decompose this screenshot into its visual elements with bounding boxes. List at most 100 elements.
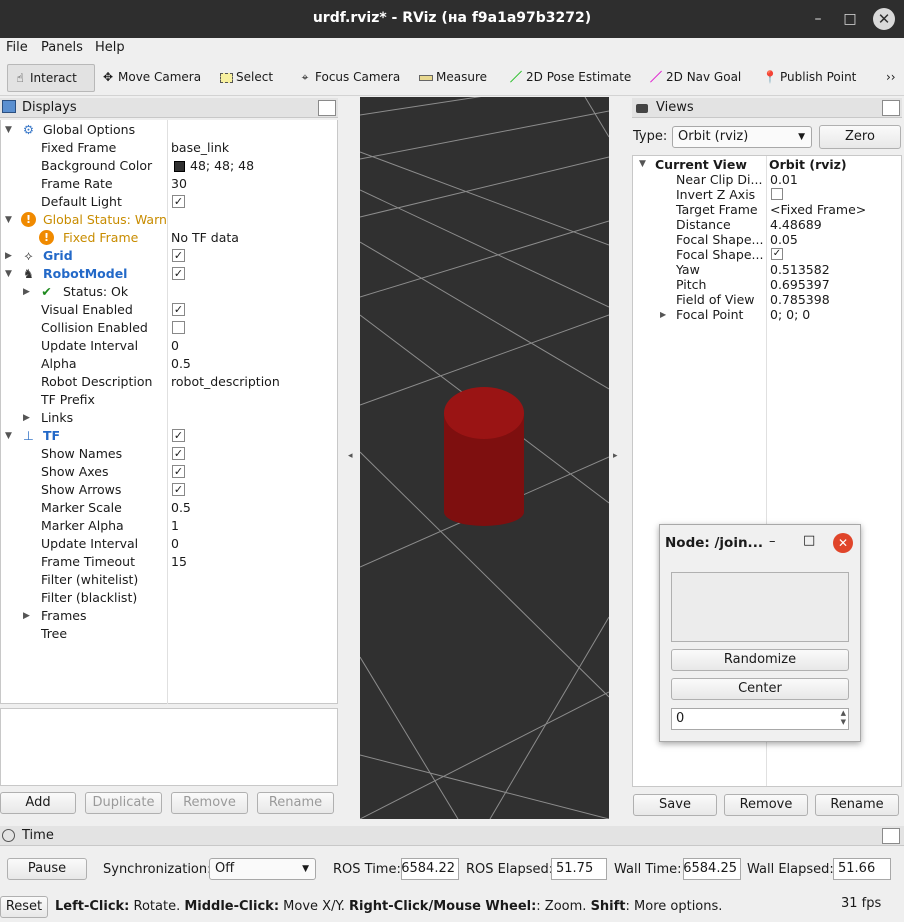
- view-property-value[interactable]: 0.513582: [770, 262, 830, 277]
- display-row[interactable]: Frame Timeout 15: [1, 553, 337, 571]
- tool-measure[interactable]: Measure: [418, 64, 487, 92]
- display-row[interactable]: Visual Enabled ✓: [1, 301, 337, 319]
- expand-down-arrow-icon[interactable]: ▼: [5, 211, 15, 229]
- randomize-button[interactable]: Randomize: [671, 649, 849, 671]
- reset-button[interactable]: Reset: [0, 896, 48, 918]
- tool-2d-nav-goal[interactable]: ／ 2D Nav Goal: [648, 64, 741, 92]
- wall-time-field[interactable]: 56584.25: [683, 858, 741, 880]
- view-property-value[interactable]: 0.01: [770, 172, 798, 187]
- view-property-row[interactable]: Pitch 0.695397: [633, 277, 901, 292]
- display-row[interactable]: Tree: [1, 625, 337, 643]
- display-row[interactable]: ▶ ✔ Status: Ok: [1, 283, 337, 301]
- tool-2d-pose-estimate[interactable]: ／ 2D Pose Estimate: [508, 64, 631, 92]
- view-property-value[interactable]: 4.48689: [770, 217, 822, 232]
- menu-panels[interactable]: Panels: [41, 40, 83, 55]
- ros-elapsed-field[interactable]: 51.75: [551, 858, 607, 880]
- display-row[interactable]: Robot Description robot_description: [1, 373, 337, 391]
- views-header-row[interactable]: ▼ Current View Orbit (rviz): [633, 157, 901, 172]
- display-row[interactable]: Filter (whitelist): [1, 571, 337, 589]
- display-checkbox[interactable]: ✓: [172, 249, 185, 262]
- joint-spinbox[interactable]: 0 ▲ ▼: [671, 708, 849, 730]
- view-property-row[interactable]: Invert Z Axis: [633, 187, 901, 202]
- display-checkbox[interactable]: ✓: [172, 465, 185, 478]
- display-checkbox[interactable]: [172, 321, 185, 334]
- display-row-value[interactable]: 30: [171, 175, 187, 193]
- time-float-button[interactable]: [882, 828, 900, 844]
- collapse-left-arrow-icon[interactable]: ◂: [348, 451, 353, 461]
- display-row[interactable]: Fixed Frame base_link: [1, 139, 337, 157]
- tool-focus-camera[interactable]: ⌖ Focus Camera: [297, 64, 401, 92]
- ros-time-field[interactable]: 56584.22: [401, 858, 459, 880]
- display-row[interactable]: Update Interval 0: [1, 535, 337, 553]
- view-property-value[interactable]: 0.785398: [770, 292, 830, 307]
- view-property-value[interactable]: 0.695397: [770, 277, 830, 292]
- expand-right-arrow-icon[interactable]: ▶: [23, 283, 33, 301]
- display-row[interactable]: TF Prefix: [1, 391, 337, 409]
- display-checkbox[interactable]: ✓: [172, 447, 185, 460]
- display-row[interactable]: Marker Alpha 1: [1, 517, 337, 535]
- display-row-value[interactable]: 48; 48; 48: [190, 157, 254, 175]
- collapse-right-arrow-icon[interactable]: ▸: [613, 451, 618, 461]
- view-checkbox[interactable]: ✓: [771, 248, 783, 260]
- display-row[interactable]: ▼! Global Status: Warn: [1, 211, 337, 229]
- tool-select[interactable]: Select: [218, 64, 273, 92]
- expand-right-arrow-icon[interactable]: ▶: [5, 247, 15, 265]
- display-row[interactable]: Collision Enabled: [1, 319, 337, 337]
- expand-down-arrow-icon[interactable]: ▼: [5, 427, 15, 445]
- view-property-row[interactable]: Distance 4.48689: [633, 217, 901, 232]
- display-row-value[interactable]: 15: [171, 553, 187, 571]
- display-row[interactable]: ▶ ⟡ Grid ✓: [1, 247, 337, 265]
- close-icon[interactable]: ✕: [873, 8, 895, 30]
- view-checkbox[interactable]: [771, 188, 783, 200]
- display-row[interactable]: ▼ ⊥ TF ✓: [1, 427, 337, 445]
- display-row[interactable]: Show Arrows ✓: [1, 481, 337, 499]
- maximize-icon[interactable]: □: [803, 533, 815, 548]
- view-property-row[interactable]: Focal Shape... 0.05: [633, 232, 901, 247]
- expand-right-arrow-icon[interactable]: ▶: [660, 307, 666, 322]
- display-row-value[interactable]: 0: [171, 337, 179, 355]
- display-row[interactable]: ▼ ⚙ Global Options: [1, 121, 337, 139]
- display-row[interactable]: ▶ Frames: [1, 607, 337, 625]
- display-row[interactable]: Filter (blacklist): [1, 589, 337, 607]
- expand-right-arrow-icon[interactable]: ▶: [23, 607, 33, 625]
- display-checkbox[interactable]: ✓: [172, 267, 185, 280]
- view-property-value[interactable]: <Fixed Frame>: [770, 202, 866, 217]
- expand-right-arrow-icon[interactable]: ▶: [23, 409, 33, 427]
- views-float-button[interactable]: [882, 100, 900, 116]
- rename-display-button[interactable]: Rename: [257, 792, 334, 814]
- expand-down-arrow-icon[interactable]: ▼: [5, 265, 15, 283]
- displays-float-button[interactable]: [318, 100, 336, 116]
- view-type-select[interactable]: Orbit (rviz) ▼: [672, 126, 812, 148]
- minimize-icon[interactable]: –: [807, 8, 829, 30]
- toolbar-overflow-button[interactable]: ››: [886, 64, 896, 92]
- display-row[interactable]: Show Axes ✓: [1, 463, 337, 481]
- display-checkbox[interactable]: ✓: [172, 483, 185, 496]
- remove-view-button[interactable]: Remove: [724, 794, 808, 816]
- view-property-row[interactable]: Yaw 0.513582: [633, 262, 901, 277]
- expand-down-arrow-icon[interactable]: ▼: [5, 121, 15, 139]
- zero-view-button[interactable]: Zero: [819, 125, 901, 149]
- view-property-row[interactable]: ▶ Focal Point 0; 0; 0: [633, 307, 901, 322]
- display-checkbox[interactable]: ✓: [172, 195, 185, 208]
- display-row-value[interactable]: No TF data: [171, 229, 239, 247]
- color-swatch[interactable]: [174, 161, 185, 172]
- display-row-value[interactable]: 1: [171, 517, 179, 535]
- spin-arrows-icon[interactable]: ▲ ▼: [841, 709, 846, 727]
- minimize-icon[interactable]: –: [769, 534, 776, 549]
- close-icon[interactable]: ✕: [833, 533, 853, 553]
- display-row[interactable]: ▶ Links: [1, 409, 337, 427]
- displays-column-divider[interactable]: [167, 120, 168, 704]
- display-row[interactable]: Marker Scale 0.5: [1, 499, 337, 517]
- sync-select[interactable]: Off ▼: [209, 858, 316, 880]
- view-property-row[interactable]: Focal Shape... ✓: [633, 247, 901, 262]
- menu-file[interactable]: File: [6, 40, 28, 55]
- view-property-value[interactable]: 0; 0; 0: [770, 307, 810, 322]
- remove-display-button[interactable]: Remove: [171, 792, 248, 814]
- display-row-value[interactable]: robot_description: [171, 373, 280, 391]
- pause-button[interactable]: Pause: [7, 858, 87, 880]
- view-property-row[interactable]: Field of View 0.785398: [633, 292, 901, 307]
- save-view-button[interactable]: Save: [633, 794, 717, 816]
- display-row[interactable]: Show Names ✓: [1, 445, 337, 463]
- display-checkbox[interactable]: ✓: [172, 303, 185, 316]
- maximize-icon[interactable]: □: [839, 8, 861, 30]
